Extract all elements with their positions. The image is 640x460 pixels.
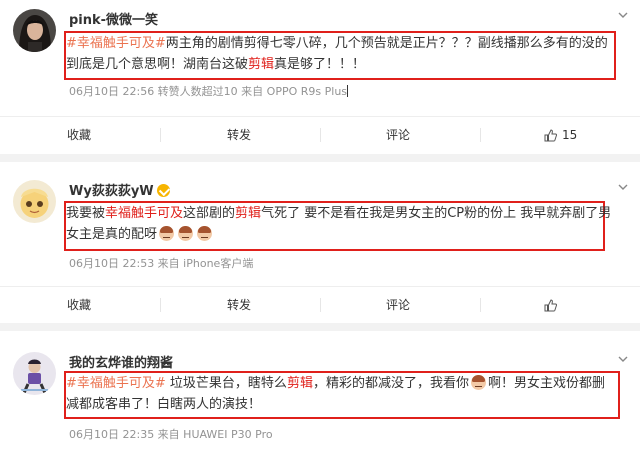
verified-badge-icon xyxy=(156,184,170,197)
emoji-icon xyxy=(178,226,194,241)
like-button[interactable] xyxy=(544,287,557,323)
forward-button[interactable]: 转发 xyxy=(227,117,251,153)
action-bar: 收藏 转发 评论 15 xyxy=(0,116,640,152)
thumbs-up-icon xyxy=(544,128,557,141)
avatar[interactable] xyxy=(13,9,56,52)
thumbs-up-icon xyxy=(544,298,557,311)
post-card: pink-微微一笑 #幸福触手可及#两主角的剧情剪得七零八碎，几个预告就是正片？… xyxy=(0,0,640,154)
favorite-button[interactable]: 收藏 xyxy=(67,287,91,323)
keyword-highlight: 剪辑 xyxy=(235,206,262,221)
divider xyxy=(320,298,321,312)
post-content: #幸福触手可及#两主角的剧情剪得七零八碎，几个预告就是正片？？？副线播那么多有的… xyxy=(66,33,616,75)
post-text: 这部剧的 xyxy=(183,206,236,221)
post-meta: 06月10日 22:35 来自 HUAWEI P30 Pro xyxy=(69,428,273,441)
topic-link[interactable]: #幸福触手可及# xyxy=(66,36,166,51)
topic-link[interactable]: #幸福触手可及# xyxy=(66,376,166,391)
username[interactable]: 我的玄烨谁的翔酱 xyxy=(69,352,173,371)
post-text: 真是够了！！！ xyxy=(274,57,366,72)
divider xyxy=(160,128,161,142)
post-content: 我要被幸福触手可及这部剧的剪辑气死了 要不是看在我是男女主的CP粉的份上 我早就… xyxy=(66,203,616,245)
like-count: 15 xyxy=(562,128,578,142)
text-cursor xyxy=(347,85,349,97)
keyword-highlight: 剪辑 xyxy=(286,376,313,391)
chevron-down-icon[interactable] xyxy=(616,352,630,366)
chevron-down-icon[interactable] xyxy=(616,8,630,22)
comment-button[interactable]: 评论 xyxy=(386,117,410,153)
avatar[interactable] xyxy=(13,352,56,395)
emoji-icon xyxy=(470,375,486,390)
post-card: Wy荻荻荻yW 我要被幸福触手可及这部剧的剪辑气死了 要不是看在我是男女主的CP… xyxy=(0,162,640,323)
comment-button[interactable]: 评论 xyxy=(386,287,410,323)
post-text: 我要被 xyxy=(66,206,106,221)
forward-button[interactable]: 转发 xyxy=(227,287,251,323)
emoji-icon xyxy=(159,226,175,241)
post-content: #幸福触手可及# 垃圾芒果台，瞎特么剪辑，精彩的都减没了，我看你 啊！男女主戏份都… xyxy=(66,373,616,415)
username[interactable]: pink-微微一笑 xyxy=(69,9,158,28)
post-meta: 06月10日 22:56 转赞人数超过10 来自 OPPO R9s Plus xyxy=(69,85,349,98)
post-text: ，精彩的都减没了，我看你 xyxy=(312,376,469,391)
divider xyxy=(480,298,481,312)
post-card: 我的玄烨谁的翔酱 #幸福触手可及# 垃圾芒果台，瞎特么剪辑，精彩的都减没了，我看… xyxy=(0,331,640,460)
divider xyxy=(480,128,481,142)
action-bar: 收藏 转发 评论 xyxy=(0,286,640,322)
avatar[interactable] xyxy=(13,180,56,223)
username-with-badge[interactable]: Wy荻荻荻yW xyxy=(69,180,170,199)
divider xyxy=(320,128,321,142)
emoji-icon xyxy=(197,226,213,241)
post-meta: 06月10日 22:53 来自 iPhone客户端 xyxy=(69,257,254,270)
divider xyxy=(160,298,161,312)
show-name-highlight: 幸福触手可及 xyxy=(105,206,184,221)
post-text: 垃圾芒果台，瞎特么 xyxy=(165,376,287,391)
keyword-highlight: 剪辑 xyxy=(248,57,275,72)
favorite-button[interactable]: 收藏 xyxy=(67,117,91,153)
weibo-comment-feed: pink-微微一笑 #幸福触手可及#两主角的剧情剪得七零八碎，几个预告就是正片？… xyxy=(0,0,640,460)
chevron-down-icon[interactable] xyxy=(616,180,630,194)
like-button[interactable]: 15 xyxy=(544,117,577,153)
